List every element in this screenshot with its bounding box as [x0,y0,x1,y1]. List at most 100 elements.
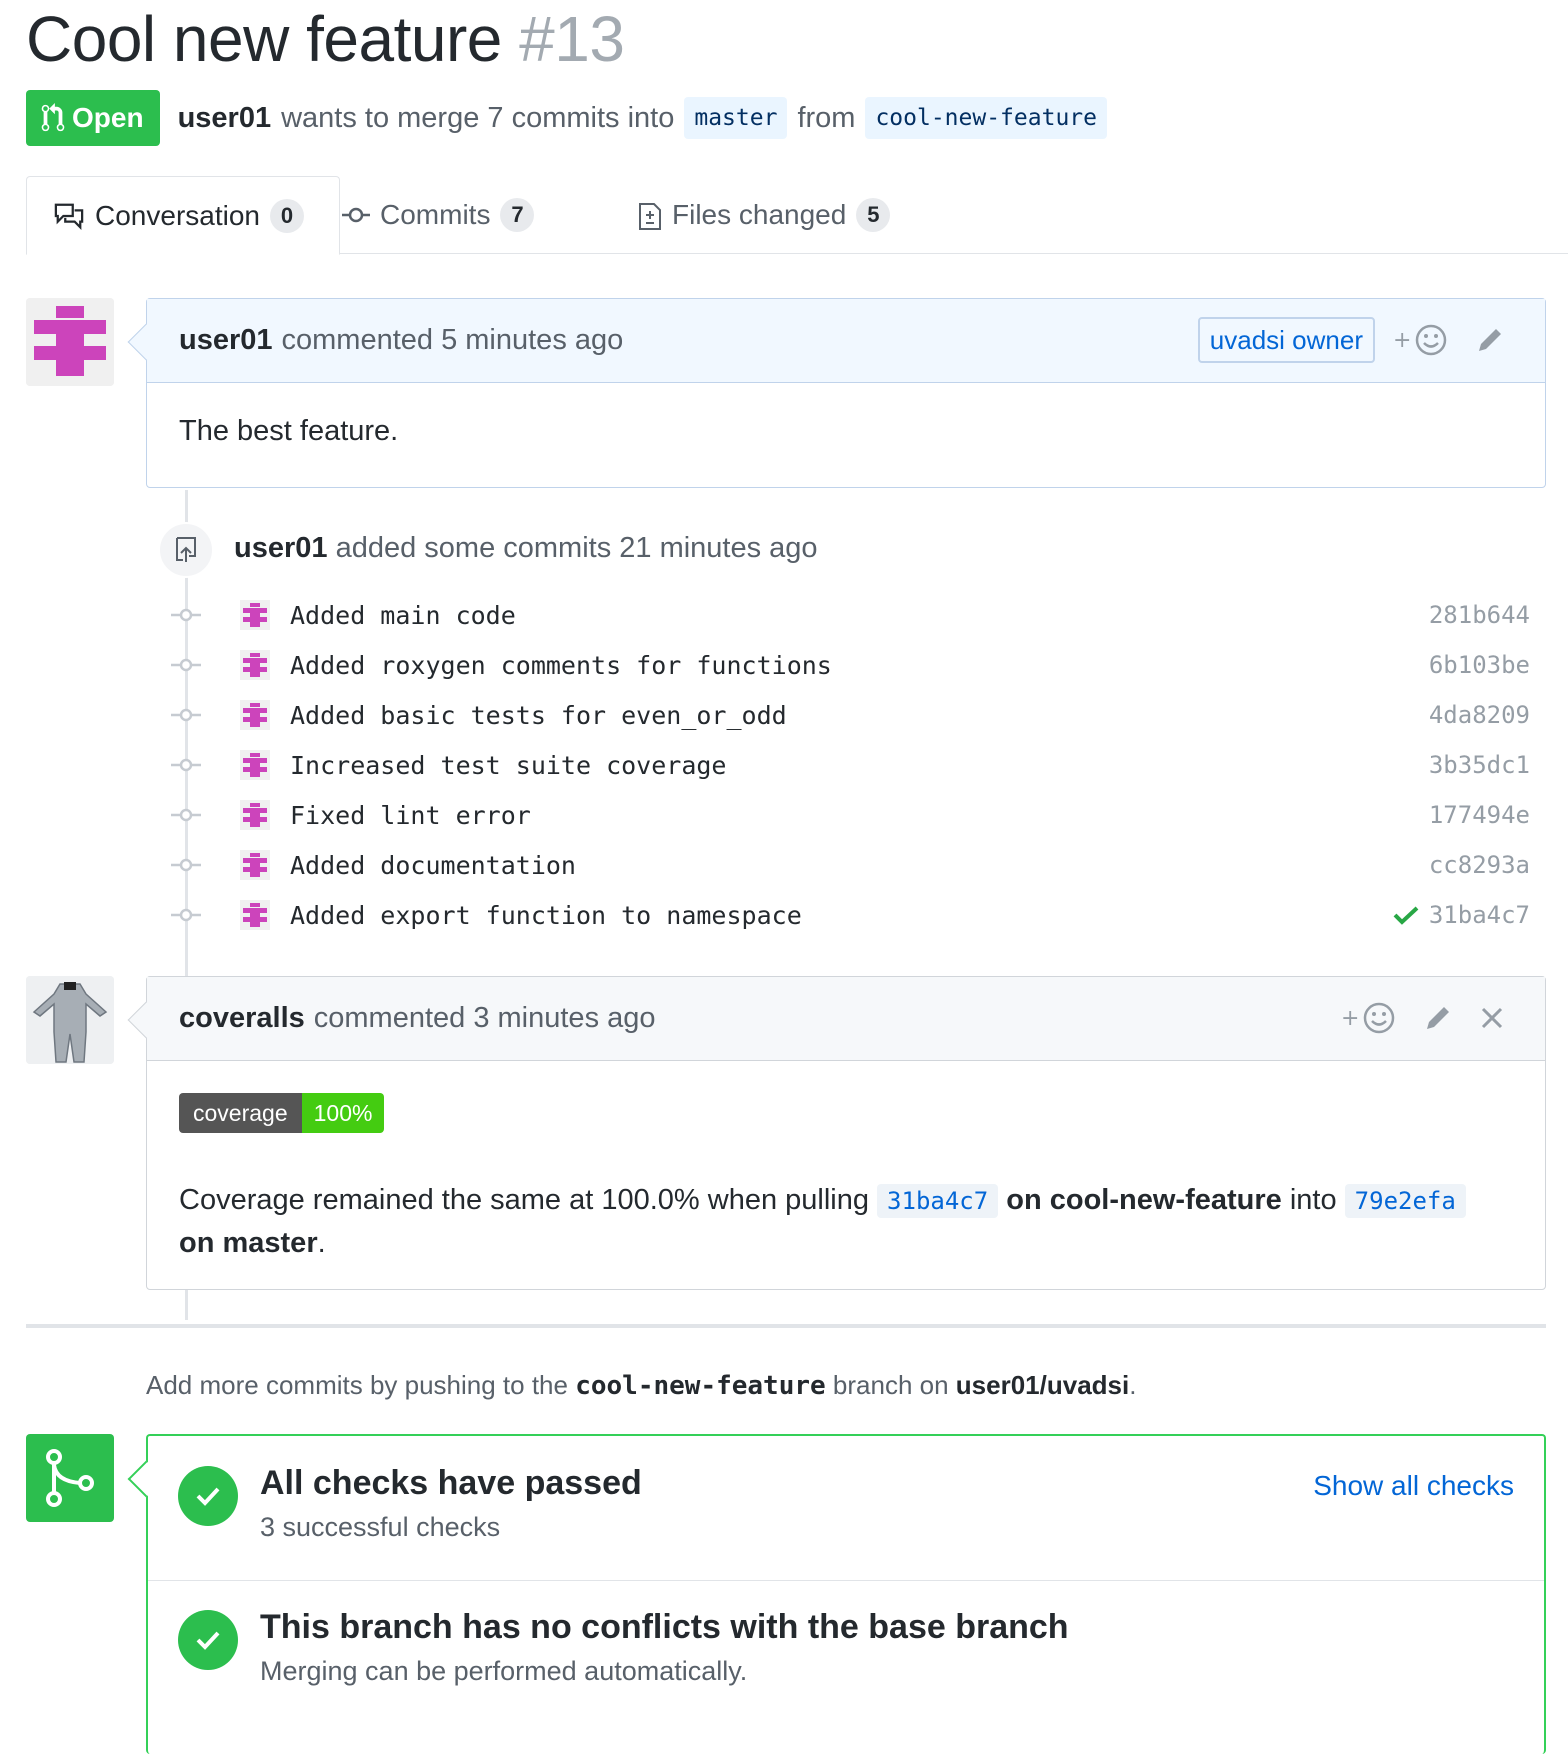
commit-sha: 4da8209 [1429,701,1530,729]
svg-text:+: + [1341,1006,1359,1031]
file-diff-icon [639,203,661,230]
head-branch[interactable]: cool-new-feature [865,97,1107,139]
commit-row: Added roxygen comments for functions 6b10… [170,644,1530,686]
comment-tools: + [1393,323,1505,357]
hint-text: . [1129,1370,1137,1400]
pr-meta: Open user01 wants to merge 7 commits int… [26,90,1117,146]
avatar[interactable] [26,298,114,386]
merge-status-box: All checks have passed 3 successful chec… [127,1434,1546,1754]
commits-event-text: user01 added some commits 21 minutes ago [234,532,818,565]
merge-box-arrow [127,1460,165,1498]
show-all-checks-link[interactable]: Show all checks [1313,1470,1514,1502]
identicon-avatar[interactable] [240,900,270,930]
base-branch[interactable]: master [684,97,788,139]
coverage-text-part: into [1289,1184,1337,1216]
commit-row: Added documentation cc8293a [170,844,1530,886]
comment-timestamp[interactable]: commented 5 minutes ago [282,324,624,357]
commit-sha-link[interactable]: 31ba4c7 [1429,901,1530,929]
pr-number: #13 [519,3,625,75]
identicon-avatar [26,298,114,386]
add-reaction-icon[interactable]: + [1341,1001,1397,1035]
commit-message[interactable]: Added main code [290,601,516,630]
svg-text:+: + [1393,328,1411,353]
identicon-avatar[interactable] [240,750,270,780]
git-commit-icon [342,207,370,223]
pull-request-page: Cool new feature #13 Open user01 wants t… [0,0,1568,1754]
identicon-avatar[interactable] [240,800,270,830]
edit-pencil-icon[interactable] [1475,325,1505,355]
commit-dot-icon [170,758,202,772]
commit-sha: 6b103be [1429,651,1530,679]
avatar[interactable] [26,976,114,1064]
commit-row: Added basic tests for even_or_odd 4da8209 [170,694,1530,736]
coveralls-avatar [26,976,114,1064]
git-merge-icon [26,1434,114,1522]
hint-repo[interactable]: user01/uvadsi [956,1370,1129,1400]
pull-request-icon [41,103,65,132]
commit-sha: 31ba4c7 [1393,901,1530,929]
commit-dot-icon [170,858,202,872]
edit-pencil-icon[interactable] [1423,1003,1453,1033]
commit-sha: 281b644 [1429,601,1530,629]
commit-message[interactable]: Added basic tests for even_or_odd [290,701,787,730]
comment-body: coverage 100% Coverage remained the same… [147,1061,1545,1296]
check-icon [1393,906,1419,925]
commit-message[interactable]: Increased test suite coverage [290,751,727,780]
repo-push-icon [158,522,214,578]
commit-row: Increased test suite coverage 3b35dc1 [170,744,1530,786]
comment-author[interactable]: coveralls [179,1002,305,1035]
commit-dot-icon [170,608,202,622]
add-reaction-icon[interactable]: + [1393,323,1449,357]
comment-author[interactable]: user01 [179,324,273,357]
tab-conversation[interactable]: Conversation 0 [26,176,340,255]
commit-message[interactable]: Added roxygen comments for functions [290,651,832,680]
conflicts-subtitle: Merging can be performed automatically. [260,1656,748,1686]
comment-coveralls: coveralls commented 3 minutes ago + cove… [127,976,1546,1290]
page-title: Cool new feature #13 [26,2,625,76]
tab-label: Commits [380,199,491,230]
commit-sha-link[interactable]: 31ba4c7 [877,1184,999,1218]
commit-sha-link[interactable]: 4da8209 [1429,701,1530,729]
commit-dot-icon [170,708,202,722]
comment-tools: + [1341,1001,1505,1035]
commit-sha: 177494e [1429,801,1530,829]
author-link[interactable]: user01 [178,102,272,135]
hint-text: branch on [832,1370,949,1400]
commit-message[interactable]: Added export function to namespace [290,901,802,930]
pr-title-text: Cool new feature [26,3,502,75]
comment-user01: user01 commented 5 minutes ago uvadsi ow… [127,298,1546,488]
state-badge: Open [26,90,160,146]
comment-header: user01 commented 5 minutes ago uvadsi ow… [147,299,1545,383]
coverage-badge[interactable]: coverage 100% [179,1093,385,1133]
merge-text: wants to merge 7 commits into [281,101,675,134]
commit-sha: cc8293a [1429,851,1530,879]
commit-sha-link[interactable]: 3b35dc1 [1429,751,1530,779]
commit-sha-link[interactable]: 281b644 [1429,601,1530,629]
commit-message[interactable]: Fixed lint error [290,801,531,830]
identicon-avatar[interactable] [240,850,270,880]
comment-header: coveralls commented 3 minutes ago + [147,977,1545,1061]
tab-files-changed[interactable]: Files changed 5 [638,176,891,254]
commit-sha-link[interactable]: cc8293a [1429,851,1530,879]
close-icon[interactable] [1479,1005,1505,1031]
commit-sha-link[interactable]: 79e2efa [1344,1184,1466,1218]
commit-row: Added main code 281b644 [170,594,1530,636]
conflicts-title: This branch has no conflicts with the ba… [260,1608,1069,1646]
commit-message[interactable]: Added documentation [290,851,576,880]
hint-text: Add more commits by pushing to the [146,1370,568,1400]
comment-discussion-icon [54,203,84,230]
commit-row: Added export function to namespace 31ba4c… [170,894,1530,936]
identicon-avatar[interactable] [240,650,270,680]
state-label: Open [72,102,144,133]
comment-timestamp[interactable]: commented 3 minutes ago [314,1002,656,1035]
commit-sha-link[interactable]: 6b103be [1429,651,1530,679]
event-author[interactable]: user01 [234,532,328,564]
coverage-text: Coverage remained the same at 100.0% whe… [179,1179,1513,1264]
identicon-avatar[interactable] [240,600,270,630]
tab-commits[interactable]: Commits 7 [342,176,535,254]
identicon-avatar[interactable] [240,700,270,730]
badge-label: coverage [179,1093,302,1133]
check-circle-icon [178,1466,238,1526]
checks-title: All checks have passed [260,1464,642,1502]
commit-sha-link[interactable]: 177494e [1429,801,1530,829]
